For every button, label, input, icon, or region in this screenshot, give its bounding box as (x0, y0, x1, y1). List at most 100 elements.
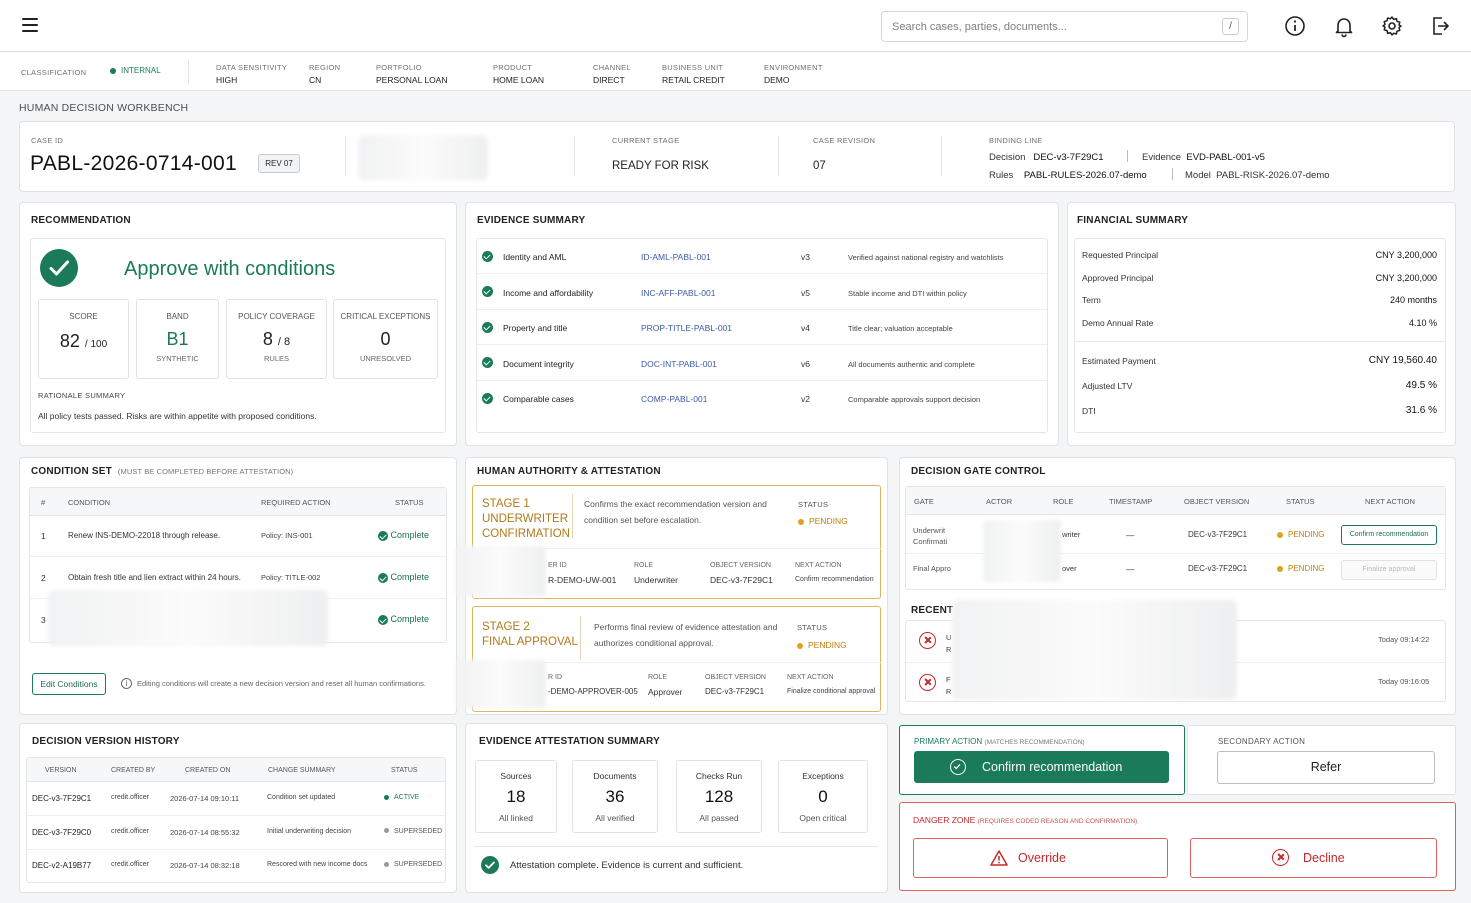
row-divider (27, 848, 445, 850)
verified-check-icon (482, 250, 493, 262)
row-divider (477, 379, 1047, 381)
col-header: TIMESTAMP (1109, 497, 1153, 506)
gate-row-1-role: writer (1062, 530, 1081, 539)
warning-icon (990, 850, 1008, 866)
recommendation-title: RECOMMENDATION (31, 215, 131, 226)
top-bar (0, 0, 1471, 52)
financial-label: Requested Principal (1082, 250, 1159, 260)
gate-row-1-gate: Underwrit Confirmati (913, 526, 948, 546)
stage-2-id-label: R ID (548, 674, 562, 681)
menu-icon[interactable] (22, 18, 38, 32)
edit-conditions-button[interactable]: Edit Conditions (32, 673, 106, 695)
stage-1-role-label: ROLE (634, 562, 654, 569)
redacted-area (358, 135, 488, 180)
stage-1-id-label: ER ID (548, 562, 567, 569)
case-id-label: CASE ID (31, 136, 64, 145)
evidence-note: Verified against national registry and w… (848, 253, 1004, 262)
financial-label: Demo Annual Rate (1082, 318, 1154, 329)
classification-value: INTERNAL (110, 66, 161, 75)
evidence-ref-link[interactable]: INC-AFF-PABL-001 (641, 288, 715, 298)
col-header: STATUS (1286, 497, 1315, 506)
version-created-by: credit.officer (111, 827, 149, 835)
case-revision-label: CASE REVISION (813, 136, 876, 145)
verified-check-icon (482, 392, 493, 404)
stage-2-object: DEC-v3-7F29C1 (705, 687, 765, 696)
logout-icon[interactable] (1428, 14, 1452, 38)
override-button[interactable]: Override (913, 838, 1168, 878)
recent-item-1-time: Today 09:14:22 (1378, 635, 1430, 644)
stage-1-description: Confirms the exact recommendation versio… (584, 499, 767, 525)
confirm-recommendation-button[interactable]: Confirm recommendation (914, 751, 1169, 783)
evidence-name: Property and title (503, 323, 568, 333)
classification-label: CLASSIFICATION (21, 68, 87, 77)
stage-1-role: Underwriter (634, 575, 678, 585)
attestation-title: EVIDENCE ATTESTATION SUMMARY (479, 736, 660, 747)
primary-action-label: PRIMARY ACTION (MATCHES RECOMMENDATION) (914, 737, 1085, 746)
condition-number: 2 (41, 573, 46, 583)
financial-value: CNY 3,200,000 (1375, 272, 1437, 283)
row-divider (477, 344, 1047, 345)
bell-icon[interactable] (1332, 14, 1356, 38)
evidence-note: All documents authentic and complete (848, 359, 975, 369)
financial-value: 49.5 % (1405, 380, 1437, 391)
meta-portfolio: PORTFOLIO PERSONAL LOAN (376, 63, 448, 85)
col-header: # (41, 498, 46, 507)
condition-number: 3 (41, 615, 46, 625)
recent-item-2-time: Today 09:16:05 (1378, 677, 1430, 686)
evidence-name: Identity and AML (503, 252, 567, 262)
financial-label: DTI (1082, 406, 1096, 416)
meta-environment: ENVIRONMENT DEMO (764, 63, 823, 85)
redacted-area (48, 590, 328, 646)
meta-product: PRODUCT HOME LOAN (493, 63, 545, 85)
info-icon: i (121, 678, 132, 689)
col-header: CONDITION (68, 498, 111, 507)
col-header: NEXT ACTION (1365, 497, 1415, 506)
recommendation-headline: Approve with conditions (124, 258, 336, 280)
gate-row-2-role: over (1062, 564, 1077, 573)
evidence-name: Comparable cases (503, 394, 574, 404)
gate-confirm-button[interactable]: Confirm recommendation (1341, 525, 1437, 545)
stage-1-next-label: NEXT ACTION (795, 562, 842, 569)
version-created-by: credit.officer (111, 861, 149, 868)
col-header: GATE (914, 497, 934, 506)
decline-button[interactable]: Decline (1190, 838, 1437, 878)
version-created-on: 2026-07-14 09:10:11 (170, 794, 240, 803)
col-header: CHANGE SUMMARY (268, 767, 336, 774)
decline-x-icon (1272, 849, 1289, 866)
evidence-name: Document integrity (503, 358, 574, 369)
stage-2-status: PENDING (797, 640, 847, 650)
case-revision: 07 (813, 160, 826, 172)
approve-check-icon (40, 249, 78, 287)
meta-region: REGION CN (309, 63, 341, 85)
evidence-ref-link[interactable]: PROP-TITLE-PABL-001 (641, 323, 732, 333)
gear-icon[interactable] (1380, 14, 1404, 38)
rejected-icon (919, 674, 936, 691)
evidence-note: Stable income and DTI within policy (848, 288, 967, 298)
attestation-stat-card: Sources 18 All linked (475, 760, 557, 833)
condition-text: Renew INS-DEMO-22018 through release. (68, 531, 221, 540)
secondary-action-label: SECONDARY ACTION (1218, 737, 1306, 746)
evidence-ref-link[interactable]: COMP-PABL-001 (641, 394, 707, 404)
case-id: PABL-2026-0714-001 (30, 152, 237, 175)
rejected-icon (919, 632, 936, 649)
search-input[interactable]: Search cases, parties, documents... / (881, 11, 1248, 42)
current-stage: READY FOR RISK (612, 160, 709, 172)
financial-value: CNY 3,200,000 (1375, 250, 1437, 260)
col-header: REQUIRED ACTION (261, 498, 331, 507)
stage-1-status-label: STATUS (798, 500, 829, 509)
evidence-ref-link[interactable]: ID-AML-PABL-001 (641, 252, 711, 262)
evidence-ref-link[interactable]: DOC-INT-PABL-001 (641, 359, 717, 369)
score-card: SCORE 82 / 100 (38, 299, 129, 379)
stage-1-object-label: OBJECT VERSION (710, 562, 771, 569)
gate-finalize-button[interactable]: Finalize approval (1341, 560, 1437, 580)
version-history-title: DECISION VERSION HISTORY (32, 736, 180, 747)
stage-1-title: STAGE 1 UNDERWRITER CONFIRMATION (482, 498, 570, 540)
meta-channel: CHANNEL DIRECT (593, 63, 631, 85)
version-id: DEC-v3-7F29C1 (32, 794, 92, 803)
refer-button[interactable]: Refer (1217, 751, 1435, 784)
version-created-by: credit.officer (111, 794, 149, 801)
condition-action: Policy: TITLE-002 (261, 573, 321, 582)
financial-label: Approved Principal (1082, 272, 1154, 283)
attestation-stat-card: Checks Run 128 All passed (676, 760, 762, 833)
info-icon[interactable] (1283, 14, 1307, 38)
